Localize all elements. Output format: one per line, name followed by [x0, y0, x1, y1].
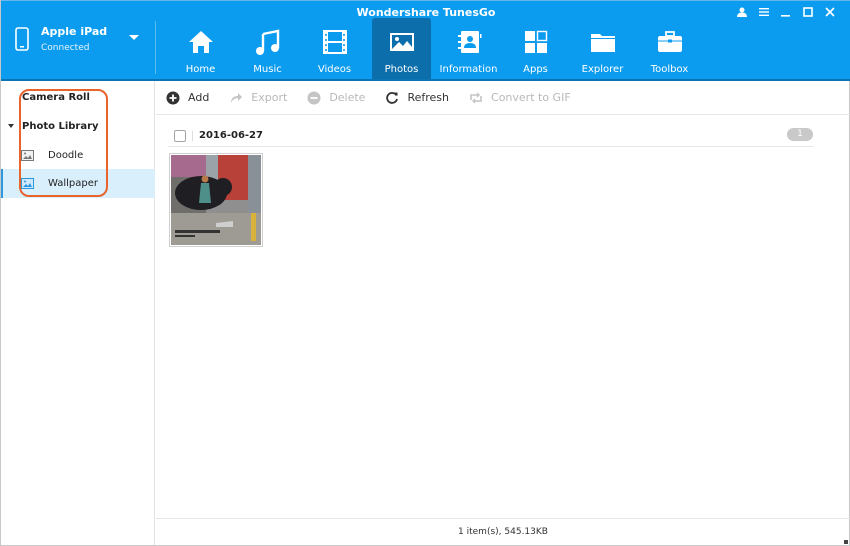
device-name: Apple iPad [41, 25, 108, 38]
user-button[interactable] [731, 4, 753, 20]
minimize-icon [781, 15, 790, 17]
album-icon [21, 149, 34, 161]
maximize-icon [803, 7, 813, 17]
folder-icon [590, 34, 615, 52]
window-controls [731, 4, 841, 20]
toolbar: Add Export Delete Refresh Convert to GIF [156, 81, 850, 115]
film-icon [322, 30, 347, 54]
status-text: 1 item(s), 545.13KB [458, 527, 548, 537]
caret-down-icon[interactable] [8, 124, 14, 128]
device-selector[interactable]: Apple iPad Connected [15, 25, 145, 61]
delete-button[interactable]: Delete [307, 91, 365, 105]
sidebar: Camera Roll Photo Library Doodle Wallpap… [1, 81, 155, 545]
status-bar: 1 item(s), 545.13KB [156, 518, 850, 545]
minimize-button[interactable] [775, 4, 797, 20]
group-date: 2016-06-27 [199, 130, 263, 141]
convert-gif-button[interactable]: Convert to GIF [469, 91, 571, 105]
maximize-button[interactable] [797, 4, 819, 20]
sidebar-item-doodle[interactable]: Doodle [1, 141, 155, 169]
plus-circle-icon [166, 91, 180, 104]
album-icon [21, 178, 34, 189]
sidebar-item-camera-roll[interactable]: Camera Roll [1, 83, 155, 111]
date-group-header: 2016-06-27 1 [168, 125, 813, 147]
refresh-icon [386, 91, 399, 104]
convert-icon [470, 92, 482, 103]
toolbox-icon [657, 31, 682, 52]
tab-explorer[interactable]: Explorer [573, 18, 632, 80]
user-icon [737, 7, 747, 17]
export-button[interactable]: Export [229, 91, 287, 105]
apps-icon [524, 30, 547, 53]
chevron-down-icon[interactable] [129, 35, 139, 40]
music-icon [255, 29, 279, 55]
header-divider [155, 21, 156, 74]
add-button[interactable]: Add [166, 91, 209, 105]
tab-home[interactable]: Home [171, 18, 230, 80]
export-arrow-icon [231, 92, 243, 103]
tab-information[interactable]: Information [439, 18, 498, 80]
tab-videos[interactable]: Videos [305, 18, 364, 80]
tablet-icon [15, 27, 29, 51]
resize-grip[interactable] [844, 540, 848, 544]
photo-thumbnail[interactable] [169, 153, 263, 247]
close-button[interactable] [819, 4, 841, 20]
sidebar-item-photo-library[interactable]: Photo Library [1, 112, 155, 140]
select-group-checkbox[interactable] [174, 129, 186, 142]
group-separator [192, 130, 193, 141]
device-status: Connected [41, 43, 90, 53]
tab-photos[interactable]: Photos [372, 18, 431, 80]
menu-icon [759, 8, 769, 16]
count-badge: 1 [787, 128, 813, 141]
close-icon [825, 7, 835, 17]
tab-music[interactable]: Music [238, 18, 297, 80]
album-cover-image [171, 155, 261, 245]
sidebar-item-wallpaper[interactable]: Wallpaper [1, 169, 155, 198]
header-bar: Wondershare TunesGo Apple iPad Connected… [1, 0, 850, 80]
main-panel: Add Export Delete Refresh Convert to GIF [156, 81, 850, 545]
app-window: Wondershare TunesGo Apple iPad Connected… [0, 0, 850, 546]
menu-button[interactable] [753, 4, 775, 20]
contacts-icon [457, 31, 481, 53]
photo-icon [389, 33, 414, 51]
main-nav: Home Music Videos Photos Information App… [171, 18, 707, 80]
home-icon [188, 31, 213, 53]
tab-toolbox[interactable]: Toolbox [640, 18, 699, 80]
minus-circle-icon [307, 91, 321, 104]
tab-apps[interactable]: Apps [506, 18, 565, 80]
refresh-button[interactable]: Refresh [385, 91, 449, 105]
